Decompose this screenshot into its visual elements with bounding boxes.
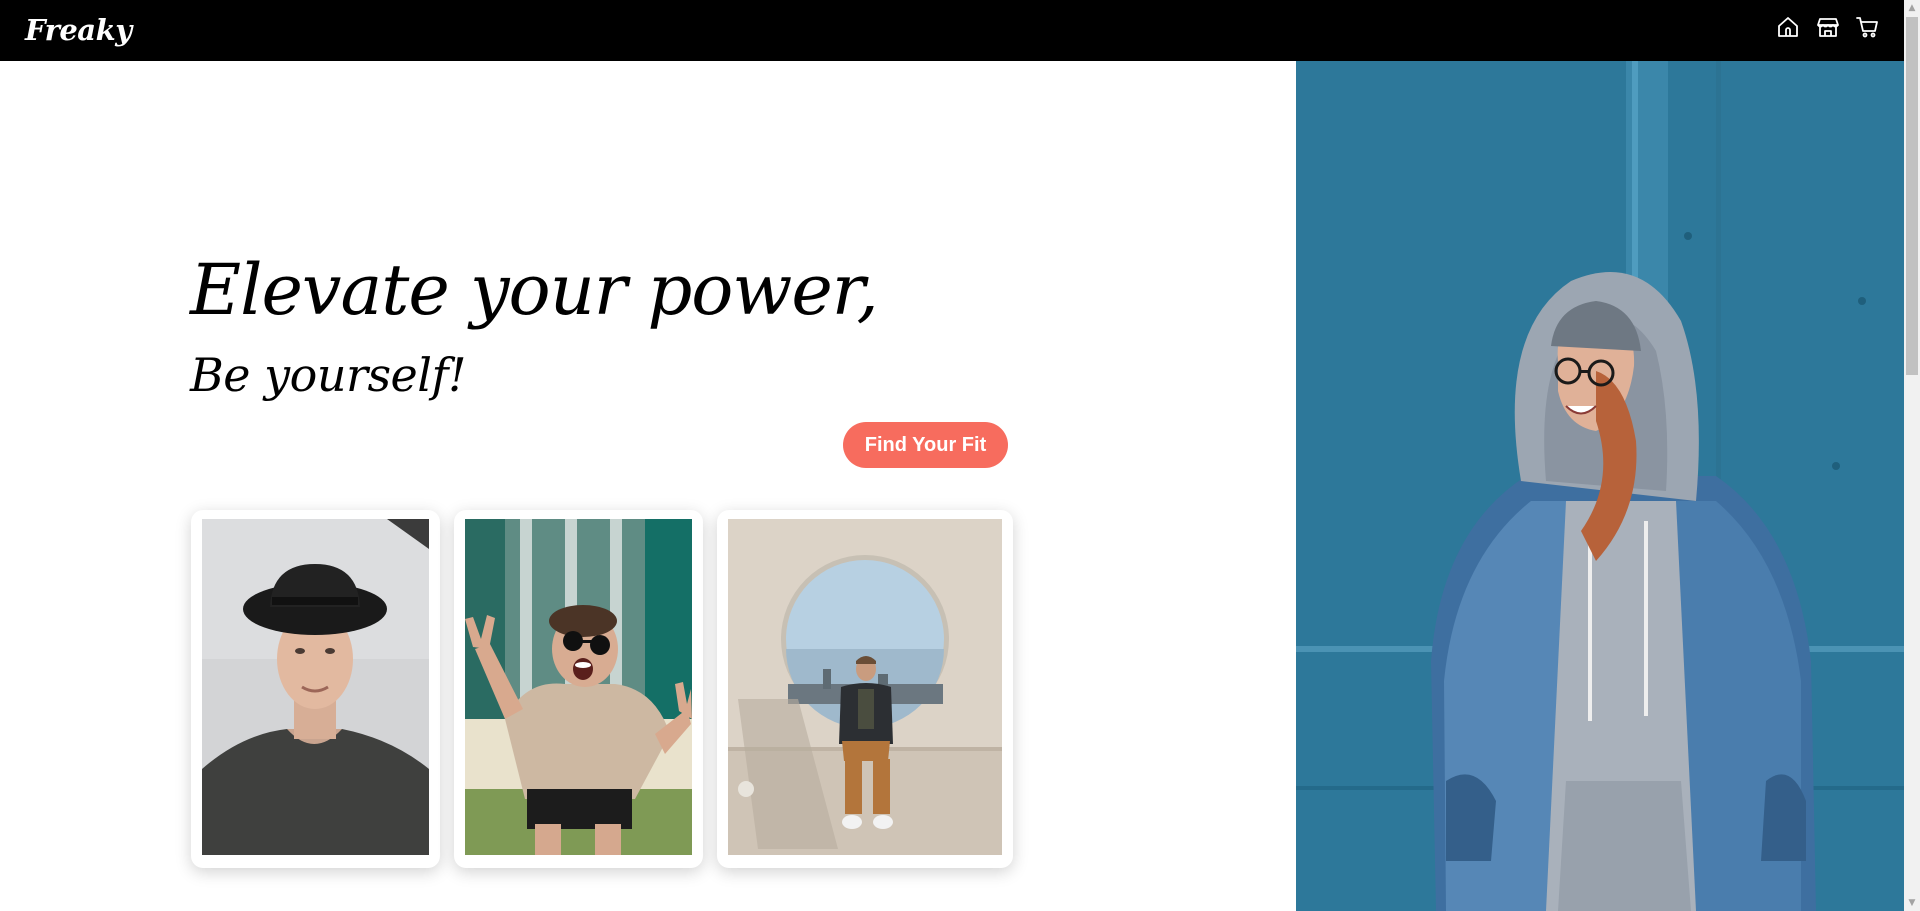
home-icon[interactable]	[1776, 15, 1800, 39]
hero-headline: Elevate your power,	[190, 249, 879, 331]
page: Freaky Elevate your power, Be yourself! …	[0, 0, 1920, 911]
find-your-fit-button[interactable]: Find Your Fit	[843, 422, 1008, 468]
brand-logo[interactable]: Freaky	[25, 12, 132, 48]
scroll-down-arrow-icon[interactable]: ▼	[1904, 895, 1920, 911]
top-nav-bar: Freaky	[0, 0, 1904, 61]
scrollbar-thumb[interactable]	[1906, 17, 1918, 375]
nav-icon-group	[1776, 15, 1880, 39]
woman-with-sunglasses-peace-sign-photo	[465, 519, 692, 855]
man-in-black-hat-photo	[202, 519, 429, 855]
hero-subline: Be yourself!	[190, 348, 467, 402]
gallery-card[interactable]	[717, 510, 1013, 868]
man-sitting-by-circular-window-photo	[728, 519, 1002, 855]
vertical-scrollbar[interactable]: ▲ ▼	[1904, 0, 1920, 911]
gallery-card[interactable]	[191, 510, 440, 868]
store-icon[interactable]	[1816, 15, 1840, 39]
gallery-card[interactable]	[454, 510, 703, 868]
woman-in-hoodie-denim-jacket-photo	[1296, 61, 1904, 911]
cart-icon[interactable]	[1856, 15, 1880, 39]
scroll-up-arrow-icon[interactable]: ▲	[1904, 0, 1920, 16]
